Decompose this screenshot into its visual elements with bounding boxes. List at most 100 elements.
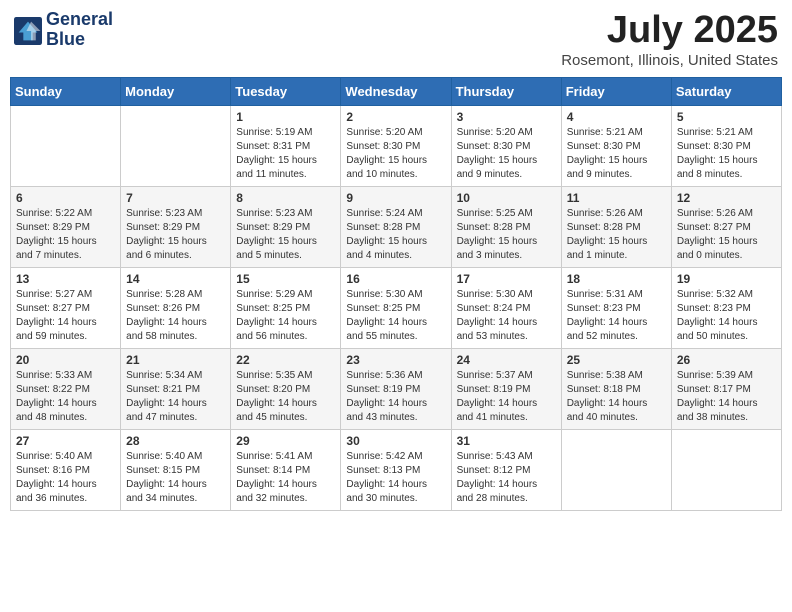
calendar-cell: 4 Sunrise: 5:21 AM Sunset: 8:30 PM Daylig… xyxy=(561,105,671,186)
calendar-week-3: 13 Sunrise: 5:27 AM Sunset: 8:27 PM Dayli… xyxy=(11,267,782,348)
day-number: 29 xyxy=(236,434,335,448)
day-info: Sunrise: 5:21 AM Sunset: 8:30 PM Dayligh… xyxy=(567,126,666,182)
calendar-cell xyxy=(121,105,231,186)
calendar-cell: 31 Sunrise: 5:43 AM Sunset: 8:12 PM Dayli… xyxy=(451,429,561,510)
day-info: Sunrise: 5:36 AM Sunset: 8:19 PM Dayligh… xyxy=(346,369,445,425)
day-number: 6 xyxy=(16,191,115,205)
day-info: Sunrise: 5:37 AM Sunset: 8:19 PM Dayligh… xyxy=(457,369,556,425)
day-info: Sunrise: 5:32 AM Sunset: 8:23 PM Dayligh… xyxy=(677,288,776,344)
day-number: 4 xyxy=(567,110,666,124)
location: Rosemont, Illinois, United States xyxy=(561,52,778,69)
day-number: 9 xyxy=(346,191,445,205)
weekday-header-sunday: Sunday xyxy=(11,77,121,105)
calendar-cell: 30 Sunrise: 5:42 AM Sunset: 8:13 PM Dayli… xyxy=(341,429,451,510)
day-info: Sunrise: 5:21 AM Sunset: 8:30 PM Dayligh… xyxy=(677,126,776,182)
calendar-cell: 26 Sunrise: 5:39 AM Sunset: 8:17 PM Dayli… xyxy=(671,348,781,429)
day-number: 22 xyxy=(236,353,335,367)
day-number: 14 xyxy=(126,272,225,286)
calendar-cell: 12Sunrise: 5:26 AM Sunset: 8:27 PM Dayli… xyxy=(671,186,781,267)
logo-icon xyxy=(14,17,42,45)
day-info: Sunrise: 5:34 AM Sunset: 8:21 PM Dayligh… xyxy=(126,369,225,425)
day-number: 23 xyxy=(346,353,445,367)
day-info: Sunrise: 5:38 AM Sunset: 8:18 PM Dayligh… xyxy=(567,369,666,425)
day-info: Sunrise: 5:27 AM Sunset: 8:27 PM Dayligh… xyxy=(16,288,115,344)
day-info: Sunrise: 5:20 AM Sunset: 8:30 PM Dayligh… xyxy=(346,126,445,182)
weekday-header-monday: Monday xyxy=(121,77,231,105)
day-number: 11 xyxy=(567,191,666,205)
logo: General Blue xyxy=(14,10,113,50)
day-info: Sunrise: 5:23 AM Sunset: 8:29 PM Dayligh… xyxy=(126,207,225,263)
day-number: 2 xyxy=(346,110,445,124)
day-info: Sunrise: 5:22 AM Sunset: 8:29 PM Dayligh… xyxy=(16,207,115,263)
day-info: Sunrise: 5:19 AM Sunset: 8:31 PM Dayligh… xyxy=(236,126,335,182)
calendar-cell: 5 Sunrise: 5:21 AM Sunset: 8:30 PM Daylig… xyxy=(671,105,781,186)
logo-text: General Blue xyxy=(46,10,113,50)
day-number: 26 xyxy=(677,353,776,367)
calendar-cell xyxy=(11,105,121,186)
calendar-cell: 7Sunrise: 5:23 AM Sunset: 8:29 PM Daylig… xyxy=(121,186,231,267)
calendar-cell: 19Sunrise: 5:32 AM Sunset: 8:23 PM Dayli… xyxy=(671,267,781,348)
day-number: 24 xyxy=(457,353,556,367)
calendar-cell: 24 Sunrise: 5:37 AM Sunset: 8:19 PM Dayli… xyxy=(451,348,561,429)
calendar-cell: 15 Sunrise: 5:29 AM Sunset: 8:25 PM Dayli… xyxy=(231,267,341,348)
day-number: 16 xyxy=(346,272,445,286)
day-number: 13 xyxy=(16,272,115,286)
calendar-cell: 13 Sunrise: 5:27 AM Sunset: 8:27 PM Dayli… xyxy=(11,267,121,348)
calendar-cell: 16 Sunrise: 5:30 AM Sunset: 8:25 PM Dayli… xyxy=(341,267,451,348)
calendar-cell: 17 Sunrise: 5:30 AM Sunset: 8:24 PM Dayli… xyxy=(451,267,561,348)
calendar-cell: 11 Sunrise: 5:26 AM Sunset: 8:28 PM Dayli… xyxy=(561,186,671,267)
weekday-header-wednesday: Wednesday xyxy=(341,77,451,105)
day-number: 1 xyxy=(236,110,335,124)
calendar-cell: 21 Sunrise: 5:34 AM Sunset: 8:21 PM Dayli… xyxy=(121,348,231,429)
day-info: Sunrise: 5:20 AM Sunset: 8:30 PM Dayligh… xyxy=(457,126,556,182)
calendar-cell: 14Sunrise: 5:28 AM Sunset: 8:26 PM Dayli… xyxy=(121,267,231,348)
day-info: Sunrise: 5:30 AM Sunset: 8:25 PM Dayligh… xyxy=(346,288,445,344)
day-info: Sunrise: 5:42 AM Sunset: 8:13 PM Dayligh… xyxy=(346,450,445,506)
calendar-cell: 1 Sunrise: 5:19 AM Sunset: 8:31 PM Daylig… xyxy=(231,105,341,186)
calendar-week-2: 6 Sunrise: 5:22 AM Sunset: 8:29 PM Daylig… xyxy=(11,186,782,267)
day-info: Sunrise: 5:41 AM Sunset: 8:14 PM Dayligh… xyxy=(236,450,335,506)
calendar-cell: 25 Sunrise: 5:38 AM Sunset: 8:18 PM Dayli… xyxy=(561,348,671,429)
day-info: Sunrise: 5:25 AM Sunset: 8:28 PM Dayligh… xyxy=(457,207,556,263)
day-number: 27 xyxy=(16,434,115,448)
day-info: Sunrise: 5:24 AM Sunset: 8:28 PM Dayligh… xyxy=(346,207,445,263)
calendar-week-4: 20 Sunrise: 5:33 AM Sunset: 8:22 PM Dayli… xyxy=(11,348,782,429)
weekday-header-saturday: Saturday xyxy=(671,77,781,105)
day-info: Sunrise: 5:31 AM Sunset: 8:23 PM Dayligh… xyxy=(567,288,666,344)
weekday-header-tuesday: Tuesday xyxy=(231,77,341,105)
calendar-week-1: 1 Sunrise: 5:19 AM Sunset: 8:31 PM Daylig… xyxy=(11,105,782,186)
day-number: 5 xyxy=(677,110,776,124)
calendar-cell: 18Sunrise: 5:31 AM Sunset: 8:23 PM Dayli… xyxy=(561,267,671,348)
calendar-week-5: 27Sunrise: 5:40 AM Sunset: 8:16 PM Dayli… xyxy=(11,429,782,510)
day-number: 17 xyxy=(457,272,556,286)
calendar-cell: 9 Sunrise: 5:24 AM Sunset: 8:28 PM Daylig… xyxy=(341,186,451,267)
day-info: Sunrise: 5:35 AM Sunset: 8:20 PM Dayligh… xyxy=(236,369,335,425)
day-number: 15 xyxy=(236,272,335,286)
day-info: Sunrise: 5:23 AM Sunset: 8:29 PM Dayligh… xyxy=(236,207,335,263)
day-info: Sunrise: 5:29 AM Sunset: 8:25 PM Dayligh… xyxy=(236,288,335,344)
day-number: 10 xyxy=(457,191,556,205)
day-info: Sunrise: 5:33 AM Sunset: 8:22 PM Dayligh… xyxy=(16,369,115,425)
day-number: 3 xyxy=(457,110,556,124)
calendar-cell: 23 Sunrise: 5:36 AM Sunset: 8:19 PM Dayli… xyxy=(341,348,451,429)
day-number: 28 xyxy=(126,434,225,448)
weekday-header-friday: Friday xyxy=(561,77,671,105)
day-number: 30 xyxy=(346,434,445,448)
day-info: Sunrise: 5:26 AM Sunset: 8:28 PM Dayligh… xyxy=(567,207,666,263)
day-number: 31 xyxy=(457,434,556,448)
calendar-cell: 28Sunrise: 5:40 AM Sunset: 8:15 PM Dayli… xyxy=(121,429,231,510)
day-info: Sunrise: 5:30 AM Sunset: 8:24 PM Dayligh… xyxy=(457,288,556,344)
calendar-table: SundayMondayTuesdayWednesdayThursdayFrid… xyxy=(10,77,782,511)
day-number: 20 xyxy=(16,353,115,367)
calendar-cell: 2 Sunrise: 5:20 AM Sunset: 8:30 PM Daylig… xyxy=(341,105,451,186)
day-number: 21 xyxy=(126,353,225,367)
page-header: General Blue July 2025 Rosemont, Illinoi… xyxy=(10,10,782,69)
day-number: 25 xyxy=(567,353,666,367)
calendar-cell xyxy=(671,429,781,510)
day-info: Sunrise: 5:43 AM Sunset: 8:12 PM Dayligh… xyxy=(457,450,556,506)
calendar-cell: 6 Sunrise: 5:22 AM Sunset: 8:29 PM Daylig… xyxy=(11,186,121,267)
day-info: Sunrise: 5:26 AM Sunset: 8:27 PM Dayligh… xyxy=(677,207,776,263)
month-title: July 2025 xyxy=(561,10,778,52)
day-info: Sunrise: 5:39 AM Sunset: 8:17 PM Dayligh… xyxy=(677,369,776,425)
calendar-cell: 22 Sunrise: 5:35 AM Sunset: 8:20 PM Dayli… xyxy=(231,348,341,429)
